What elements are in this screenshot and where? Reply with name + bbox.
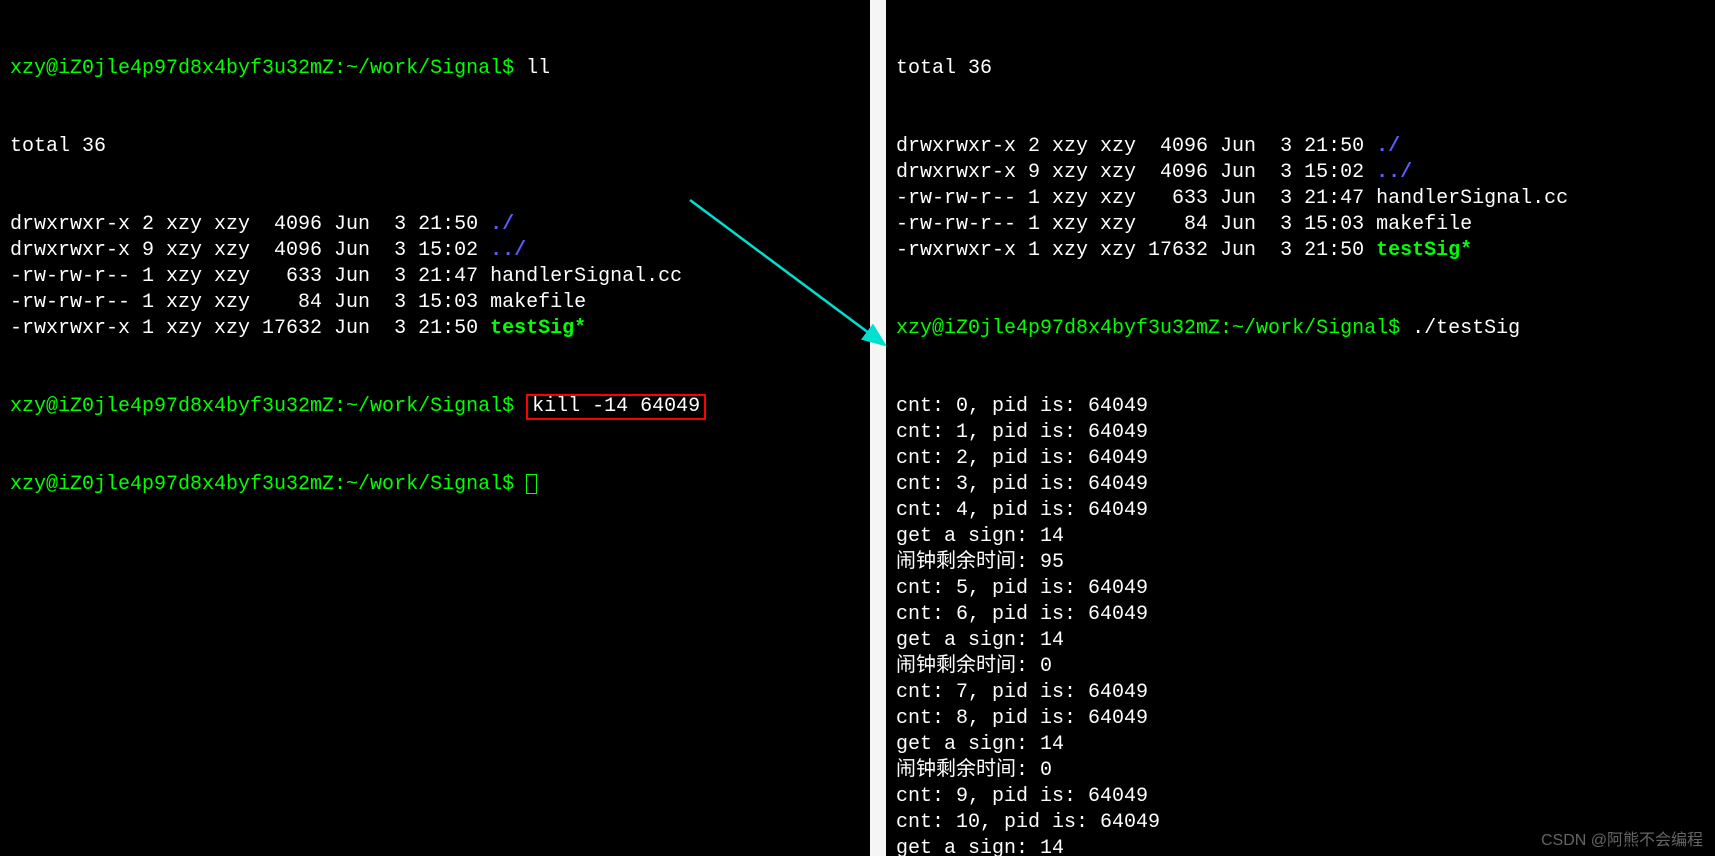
prompt-text: xzy@iZ0jle4p97d8x4byf3u32mZ:~/work/Signa… (10, 395, 526, 418)
ls-row: -rw-rw-r-- 1 xzy xzy 633 Jun 3 21:47 han… (896, 186, 1705, 212)
output-line: get a sign: 14 (896, 628, 1705, 654)
prompt-cursor-line: xzy@iZ0jle4p97d8x4byf3u32mZ:~/work/Signa… (10, 472, 860, 498)
ls-row: -rwxrwxr-x 1 xzy xzy 17632 Jun 3 21:50 t… (10, 316, 860, 342)
output-line: cnt: 0, pid is: 64049 (896, 394, 1705, 420)
file-perms: -rwxrwxr-x 1 xzy xzy 17632 Jun 3 21:50 (896, 239, 1376, 262)
output-line: cnt: 7, pid is: 64049 (896, 680, 1705, 706)
pane-divider[interactable] (870, 0, 886, 856)
file-name: handlerSignal.cc (1376, 187, 1568, 210)
ls-row: drwxrwxr-x 9 xzy xzy 4096 Jun 3 15:02 ..… (10, 238, 860, 264)
output-line: cnt: 2, pid is: 64049 (896, 446, 1705, 472)
file-perms: -rw-rw-r-- 1 xzy xzy 633 Jun 3 21:47 (896, 187, 1376, 210)
ls-row: -rw-rw-r-- 1 xzy xzy 84 Jun 3 15:03 make… (10, 290, 860, 316)
output-line: cnt: 1, pid is: 64049 (896, 420, 1705, 446)
total-line: total 36 (896, 56, 1705, 82)
output-line: get a sign: 14 (896, 524, 1705, 550)
ls-row: -rw-rw-r-- 1 xzy xzy 84 Jun 3 15:03 make… (896, 212, 1705, 238)
file-perms: drwxrwxr-x 9 xzy xzy 4096 Jun 3 15:02 (10, 239, 490, 262)
output-line: cnt: 8, pid is: 64049 (896, 706, 1705, 732)
file-perms: -rw-rw-r-- 1 xzy xzy 84 Jun 3 15:03 (10, 291, 490, 314)
output-line: cnt: 4, pid is: 64049 (896, 498, 1705, 524)
prompt-kill-line: xzy@iZ0jle4p97d8x4byf3u32mZ:~/work/Signa… (10, 394, 860, 420)
file-name: testSig* (1376, 239, 1472, 262)
prompt-text: xzy@iZ0jle4p97d8x4byf3u32mZ:~/work/Signa… (896, 317, 1412, 340)
ls-row: drwxrwxr-x 2 xzy xzy 4096 Jun 3 21:50 ./ (896, 134, 1705, 160)
file-perms: -rwxrwxr-x 1 xzy xzy 17632 Jun 3 21:50 (10, 317, 490, 340)
output-line: cnt: 6, pid is: 64049 (896, 602, 1705, 628)
terminal-right[interactable]: total 36 drwxrwxr-x 2 xzy xzy 4096 Jun 3… (886, 0, 1715, 856)
cursor-block[interactable] (526, 474, 537, 494)
program-output: cnt: 0, pid is: 64049cnt: 1, pid is: 640… (896, 394, 1705, 856)
output-line: cnt: 9, pid is: 64049 (896, 784, 1705, 810)
file-name: makefile (1376, 213, 1472, 236)
ls-row: drwxrwxr-x 2 xzy xzy 4096 Jun 3 21:50 ./ (10, 212, 860, 238)
output-line: 闹钟剩余时间: 95 (896, 550, 1705, 576)
terminal-left[interactable]: xzy@iZ0jle4p97d8x4byf3u32mZ:~/work/Signa… (0, 0, 870, 856)
file-name: ../ (1376, 161, 1412, 184)
file-name: makefile (490, 291, 586, 314)
ls-row: drwxrwxr-x 9 xzy xzy 4096 Jun 3 15:02 ..… (896, 160, 1705, 186)
file-name: testSig* (490, 317, 586, 340)
ls-row: -rwxrwxr-x 1 xzy xzy 17632 Jun 3 21:50 t… (896, 238, 1705, 264)
file-perms: -rw-rw-r-- 1 xzy xzy 633 Jun 3 21:47 (10, 265, 490, 288)
file-name: ./ (490, 213, 514, 236)
output-line: get a sign: 14 (896, 732, 1705, 758)
file-name: ./ (1376, 135, 1400, 158)
file-perms: drwxrwxr-x 9 xzy xzy 4096 Jun 3 15:02 (896, 161, 1376, 184)
kill-command-highlight: kill -14 64049 (526, 394, 706, 420)
file-name: ../ (490, 239, 526, 262)
command-ll: ll (526, 57, 550, 80)
prompt-text: xzy@iZ0jle4p97d8x4byf3u32mZ:~/work/Signa… (10, 57, 526, 80)
file-perms: drwxrwxr-x 2 xzy xzy 4096 Jun 3 21:50 (10, 213, 490, 236)
total-line: total 36 (10, 134, 860, 160)
ls-listing-right: drwxrwxr-x 2 xzy xzy 4096 Jun 3 21:50 ./… (896, 134, 1705, 264)
ls-listing-left: drwxrwxr-x 2 xzy xzy 4096 Jun 3 21:50 ./… (10, 212, 860, 342)
command-testsig: ./testSig (1412, 317, 1520, 340)
prompt-text: xzy@iZ0jle4p97d8x4byf3u32mZ:~/work/Signa… (10, 473, 526, 496)
ls-row: -rw-rw-r-- 1 xzy xzy 633 Jun 3 21:47 han… (10, 264, 860, 290)
output-line: cnt: 3, pid is: 64049 (896, 472, 1705, 498)
watermark-text: CSDN @阿熊不会编程 (1541, 826, 1703, 850)
output-line: 闹钟剩余时间: 0 (896, 654, 1705, 680)
file-perms: drwxrwxr-x 2 xzy xzy 4096 Jun 3 21:50 (896, 135, 1376, 158)
file-perms: -rw-rw-r-- 1 xzy xzy 84 Jun 3 15:03 (896, 213, 1376, 236)
output-line: 闹钟剩余时间: 0 (896, 758, 1705, 784)
file-name: handlerSignal.cc (490, 265, 682, 288)
output-line: cnt: 5, pid is: 64049 (896, 576, 1705, 602)
split-terminal: xzy@iZ0jle4p97d8x4byf3u32mZ:~/work/Signa… (0, 0, 1715, 856)
prompt-run-line: xzy@iZ0jle4p97d8x4byf3u32mZ:~/work/Signa… (896, 316, 1705, 342)
prompt-line: xzy@iZ0jle4p97d8x4byf3u32mZ:~/work/Signa… (10, 56, 860, 82)
